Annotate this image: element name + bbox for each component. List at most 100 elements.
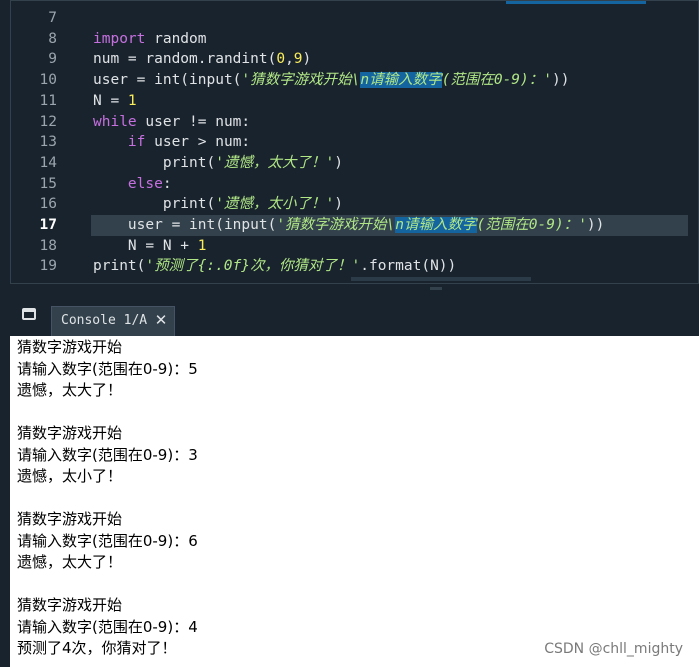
- code-token: print(: [93, 196, 216, 213]
- console-toolbar: Console 1/A ✕: [10, 294, 699, 336]
- splitter-handle[interactable]: [430, 287, 442, 290]
- line-number: 18: [39, 237, 57, 254]
- code-text: import random: [93, 29, 207, 50]
- code-token: '猜数字游戏开始\: [241, 72, 361, 89]
- code-line[interactable]: 18 N = N + 1: [11, 236, 698, 257]
- code-token: 0: [276, 51, 286, 68]
- code-token: '预测了{:.0f}次，你猜对了！': [145, 258, 361, 275]
- code-token: 1: [197, 237, 207, 254]
- code-token: ): [334, 154, 343, 171]
- code-line[interactable]: 10 user = int(input('猜数字游戏开始\n请输入数字(范围在0-…: [11, 70, 698, 91]
- code-token: (范围在0-9)：: [441, 72, 544, 89]
- code-line[interactable]: 12 while user != num:: [11, 112, 698, 133]
- line-number: 16: [39, 196, 57, 213]
- line-number: 10: [39, 72, 57, 89]
- code-token: )): [586, 217, 605, 233]
- code-line[interactable]: 11 N = 1: [11, 91, 698, 112]
- code-line[interactable]: 15 else:: [11, 174, 698, 195]
- code-text: N = N + 1: [93, 236, 207, 257]
- code-token: ': [543, 72, 552, 89]
- line-number: 11: [39, 92, 57, 109]
- code-token: '遗憾，太小了！': [215, 196, 335, 213]
- code-token: user = int(input(: [93, 217, 277, 233]
- close-icon[interactable]: ✕: [152, 312, 170, 330]
- code-token: :: [162, 175, 172, 192]
- code-text: print('遗憾，太大了！'): [93, 153, 343, 174]
- line-number: 15: [39, 175, 57, 192]
- line-number: 7: [48, 10, 57, 26]
- code-text: num = random.randint(0,9): [93, 49, 311, 70]
- line-number: 8: [48, 30, 57, 47]
- code-token: N =: [93, 92, 128, 109]
- code-token: ): [334, 196, 343, 213]
- code-editor[interactable]: 7 8 import random 9 num = random.randint(0,9…: [10, 0, 699, 284]
- code-text: print('遗憾，太小了！'): [93, 194, 343, 215]
- code-line[interactable]: 14 print('遗憾，太大了！'): [11, 153, 698, 174]
- code-token: print(: [93, 154, 216, 171]
- console-output-line: 请输入数字(范围在0-9)：6: [17, 531, 198, 550]
- code-token: print(: [93, 258, 146, 275]
- code-line[interactable]: 7: [11, 8, 698, 29]
- code-token: '遗憾，太大了！': [215, 154, 335, 171]
- code-text: else:: [93, 174, 172, 195]
- line-number: 13: [39, 134, 57, 151]
- code-token: if: [127, 134, 146, 151]
- line-number: 9: [48, 51, 57, 68]
- window-icon[interactable]: [22, 308, 36, 320]
- code-token: user = int(input(: [93, 72, 242, 89]
- code-line[interactable]: 19 print('预测了{:.0f}次，你猜对了！'.format(N)): [11, 256, 698, 277]
- code-text: N = 1: [93, 91, 137, 112]
- code-line[interactable]: 16 print('遗憾，太小了！'): [11, 194, 698, 215]
- code-token: ): [302, 51, 312, 68]
- code-token: n请输入数字: [395, 217, 477, 233]
- console-output-line: 猜数字游戏开始: [17, 338, 123, 356]
- code-line[interactable]: 9 num = random.randint(0,9): [11, 49, 698, 70]
- code-token: '猜数字游戏开始\: [276, 217, 396, 233]
- line-number: 12: [39, 113, 57, 130]
- console-output-line: 猜数字游戏开始: [17, 510, 123, 528]
- code-text: if user > num:: [93, 132, 250, 153]
- code-token: .format(N)): [360, 258, 457, 275]
- code-token: (范围在0-9)：: [476, 217, 579, 233]
- code-line[interactable]: 8 import random: [11, 29, 698, 50]
- console-pane: Console 1/A ✕ 预测了4次，你猜对了！ 请输入数字(范围在0-9)：4…: [10, 294, 699, 667]
- code-token: user > num:: [145, 134, 251, 151]
- console-output-line: 请输入数字(范围在0-9)：3: [17, 445, 198, 464]
- console-output[interactable]: 预测了4次，你猜对了！ 请输入数字(范围在0-9)：4 猜数字游戏开始 遗憾，太大了！…: [10, 336, 699, 667]
- code-token: n请输入数字: [360, 72, 442, 89]
- code-text: user = int(input('猜数字游戏开始\n请输入数字(范围在0-9)…: [93, 215, 604, 236]
- code-token: import: [93, 30, 146, 47]
- console-output-line: 猜数字游戏开始: [17, 424, 123, 442]
- watermark: CSDN @chll_mighty: [544, 641, 683, 657]
- scrollbar-thumb[interactable]: [351, 277, 531, 281]
- code-token: ': [578, 217, 587, 233]
- editor-horizontal-scrollbar[interactable]: [11, 275, 698, 283]
- console-output-line: 预测了4次，你猜对了！: [17, 639, 177, 657]
- console-output-line: 请输入数字(范围在0-9)：5: [17, 359, 198, 378]
- console-output-line: 猜数字游戏开始: [17, 596, 123, 614]
- code-token: else: [127, 175, 163, 192]
- code-token: num = random.randint(: [93, 51, 277, 68]
- tab-console-label: Console 1/A: [61, 313, 148, 328]
- code-line[interactable]: 17 user = int(input('猜数字游戏开始\n请输入数字(范围在0…: [11, 215, 698, 236]
- tab-console[interactable]: Console 1/A ✕: [51, 306, 175, 336]
- line-number: 19: [39, 258, 57, 275]
- code-token: 1: [127, 92, 137, 109]
- line-number: 14: [39, 154, 57, 171]
- code-token: user != num:: [136, 113, 251, 130]
- code-text: user = int(input('猜数字游戏开始\n请输入数字(范围在0-9)…: [93, 70, 569, 91]
- console-output-line: 请输入数字(范围在0-9)：4: [17, 617, 198, 636]
- code-text: while user != num:: [93, 112, 250, 133]
- console-output-line: 遗憾，太大了！: [17, 553, 123, 571]
- code-token: 9: [293, 51, 303, 68]
- code-line[interactable]: 13 if user > num:: [11, 132, 698, 153]
- code-token: random: [145, 30, 207, 47]
- pane-splitter[interactable]: [0, 284, 699, 294]
- code-token: N = N +: [93, 237, 198, 254]
- active-editor-tab-indicator: [506, 1, 646, 4]
- code-text: print('预测了{:.0f}次，你猜对了！'.format(N)): [93, 256, 456, 277]
- console-output-line: 遗憾，太大了！: [17, 381, 123, 399]
- code-token: while: [93, 113, 137, 130]
